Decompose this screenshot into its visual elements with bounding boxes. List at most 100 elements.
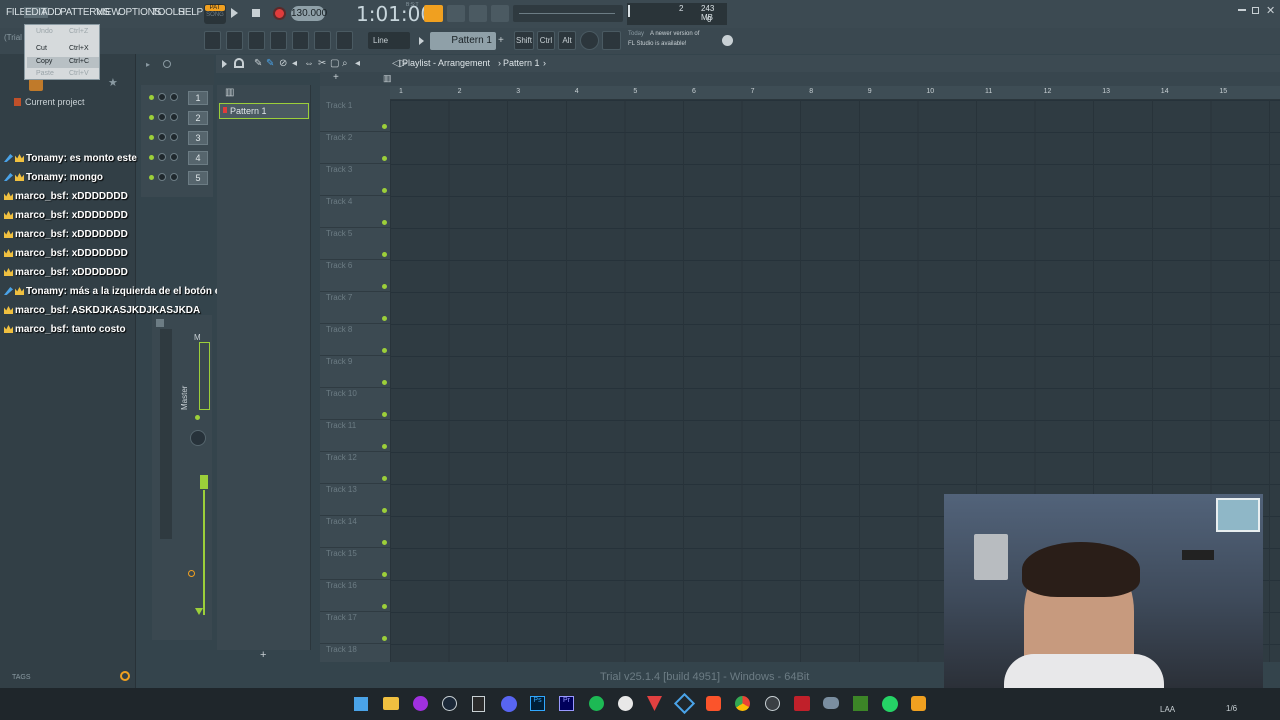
bar-number[interactable]: 11 — [985, 88, 992, 95]
channel-volume-knob[interactable] — [170, 93, 178, 101]
channel-volume-knob[interactable] — [170, 173, 178, 181]
rack-settings-icon[interactable] — [163, 60, 171, 68]
pattern-list-item[interactable]: Pattern 1 — [219, 103, 309, 119]
slip-tool-icon[interactable]: ⇔ — [304, 58, 314, 69]
add-pattern-icon[interactable]: + — [498, 35, 504, 46]
countdown-icon[interactable] — [447, 5, 465, 22]
channel-pan-knob[interactable] — [158, 113, 166, 121]
track-label[interactable]: Track 13 — [326, 485, 357, 494]
track-enable-led[interactable] — [382, 348, 387, 353]
channel-route-number[interactable]: 3 — [188, 131, 208, 145]
track-enable-led[interactable] — [382, 220, 387, 225]
premiere-icon[interactable]: Pr — [559, 696, 574, 711]
loop-record-icon[interactable] — [491, 5, 509, 22]
close-icon[interactable]: ✕ — [1266, 4, 1275, 17]
mixer-icon[interactable] — [292, 31, 309, 50]
track-enable-led[interactable] — [382, 252, 387, 257]
minimize-icon[interactable] — [1238, 9, 1246, 11]
bar-number[interactable]: 3 — [516, 88, 520, 95]
track-label[interactable]: Track 10 — [326, 389, 357, 398]
bar-number[interactable]: 6 — [692, 88, 696, 95]
brave-icon[interactable] — [706, 696, 721, 711]
track-enable-led[interactable] — [382, 572, 387, 577]
track-enable-led[interactable] — [382, 412, 387, 417]
channel-pan-knob[interactable] — [158, 173, 166, 181]
piano-roll-icon[interactable] — [226, 31, 243, 50]
master-enable-led[interactable] — [195, 415, 200, 420]
epic-games-icon[interactable] — [472, 696, 485, 712]
track-label[interactable]: Track 9 — [326, 357, 352, 366]
spotify-icon[interactable] — [589, 696, 604, 711]
bar-number[interactable]: 2 — [458, 88, 462, 95]
volume-fader[interactable] — [200, 475, 208, 489]
playlist-breadcrumb-arrangement[interactable]: Playlist - Arrangement — [402, 58, 490, 68]
language-indicator[interactable]: LAA — [1160, 705, 1175, 714]
route-arrow-icon[interactable] — [195, 608, 203, 615]
app-c-icon[interactable] — [413, 696, 428, 711]
search-icon[interactable] — [120, 671, 130, 681]
channel-route-number[interactable]: 5 — [188, 171, 208, 185]
channel-route-number[interactable]: 1 — [188, 91, 208, 105]
shift-button[interactable]: Shift — [514, 31, 534, 50]
add-pattern-track-icon[interactable]: + — [260, 649, 266, 661]
maximize-icon[interactable] — [1252, 7, 1259, 14]
track-label[interactable]: Track 1 — [326, 101, 352, 110]
track-enable-led[interactable] — [382, 636, 387, 641]
channel-led[interactable] — [149, 135, 154, 140]
master-pitch-slider[interactable] — [513, 5, 623, 22]
draw-tool-icon[interactable]: ✎ — [254, 58, 262, 69]
menu-help[interactable]: HELP — [178, 7, 203, 18]
bar-number[interactable]: 15 — [1219, 88, 1227, 95]
rack-arrow-icon[interactable]: ▸ — [146, 60, 150, 69]
online-icon[interactable] — [580, 31, 599, 50]
track-label[interactable]: Track 4 — [326, 197, 352, 206]
star-icon[interactable]: ★ — [108, 76, 118, 89]
track-label[interactable]: Track 5 — [326, 229, 352, 238]
stop-icon[interactable] — [252, 9, 260, 17]
app-diamond-icon[interactable] — [673, 692, 696, 715]
arrow-icon[interactable] — [314, 31, 331, 50]
track-label[interactable]: Track 15 — [326, 549, 357, 558]
news-line-2[interactable]: FL Studio is available! — [628, 41, 686, 47]
bar-number[interactable]: 12 — [1044, 88, 1052, 95]
track-label[interactable]: Track 3 — [326, 165, 352, 174]
channel-volume-knob[interactable] — [170, 113, 178, 121]
pat-song-toggle[interactable]: PAT SONG — [204, 4, 226, 24]
valorant-icon[interactable] — [647, 696, 662, 711]
menu-view[interactable]: VIEW — [96, 7, 121, 18]
channel-route-number[interactable]: 2 — [188, 111, 208, 125]
slice-tool-icon[interactable]: ✂ — [318, 58, 326, 69]
channel-led[interactable] — [149, 95, 154, 100]
track-label[interactable]: Track 7 — [326, 293, 352, 302]
globe-icon[interactable] — [722, 35, 733, 46]
snap-select[interactable]: Line — [368, 32, 410, 49]
paint-tool-icon[interactable]: ✎ — [266, 58, 274, 69]
whatsapp-icon[interactable] — [882, 696, 898, 712]
track-label[interactable]: Track 16 — [326, 581, 357, 590]
clock-date[interactable]: 1/6 — [1226, 704, 1237, 713]
timeline-ruler[interactable]: 1 2 3 4 5 6 7 8 9 10 11 12 13 14 15 — [390, 86, 1280, 100]
news-line-1[interactable]: A newer version of — [650, 31, 699, 37]
track-enable-led[interactable] — [382, 380, 387, 385]
track-enable-led[interactable] — [382, 476, 387, 481]
file-explorer-icon[interactable] — [383, 697, 399, 710]
start-icon[interactable] — [354, 697, 368, 711]
fl-studio-icon[interactable] — [911, 696, 926, 711]
track-enable-led[interactable] — [382, 604, 387, 609]
menu-item-undo[interactable]: Undo — [36, 28, 53, 35]
bar-number[interactable]: 9 — [868, 88, 872, 95]
time-display[interactable]: 1:01:00 — [356, 2, 433, 26]
channel-led[interactable] — [149, 115, 154, 120]
select-tool-icon[interactable]: ▢ — [330, 58, 339, 69]
track-enable-led[interactable] — [382, 316, 387, 321]
gamepad-icon[interactable] — [823, 697, 839, 709]
menu-item-copy[interactable]: Copy — [36, 58, 52, 65]
playlist-breadcrumb-pattern[interactable]: Pattern 1 — [503, 58, 540, 68]
playback-tool-icon[interactable]: ◂ — [355, 58, 360, 69]
send-icon[interactable] — [188, 570, 195, 577]
bar-number[interactable]: 13 — [1102, 88, 1110, 95]
bar-number[interactable]: 4 — [575, 88, 579, 95]
photoshop-icon[interactable]: Ps — [530, 696, 545, 711]
zoom-tool-icon[interactable]: ⌕ — [342, 58, 348, 69]
channel-volume-knob[interactable] — [170, 133, 178, 141]
